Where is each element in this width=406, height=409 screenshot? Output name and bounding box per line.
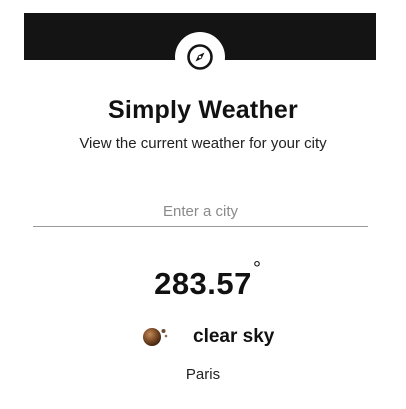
app-title: Simply Weather <box>108 96 298 124</box>
condition-row: clear sky <box>0 323 406 351</box>
logo-badge <box>175 32 225 82</box>
city-name: Paris <box>185 366 221 383</box>
city-search-input[interactable] <box>33 196 368 227</box>
temperature-display: 283.57 ° <box>0 258 406 302</box>
clear-sky-icon <box>143 328 168 346</box>
temperature-value: 283.57 <box>154 266 252 301</box>
degree-symbol: ° <box>253 258 261 280</box>
weather-app: Simply Weather View the current weather … <box>0 0 406 409</box>
app-subtitle: View the current weather for your city <box>79 135 327 152</box>
compass-icon <box>187 44 213 70</box>
condition-text: clear sky <box>193 326 275 347</box>
